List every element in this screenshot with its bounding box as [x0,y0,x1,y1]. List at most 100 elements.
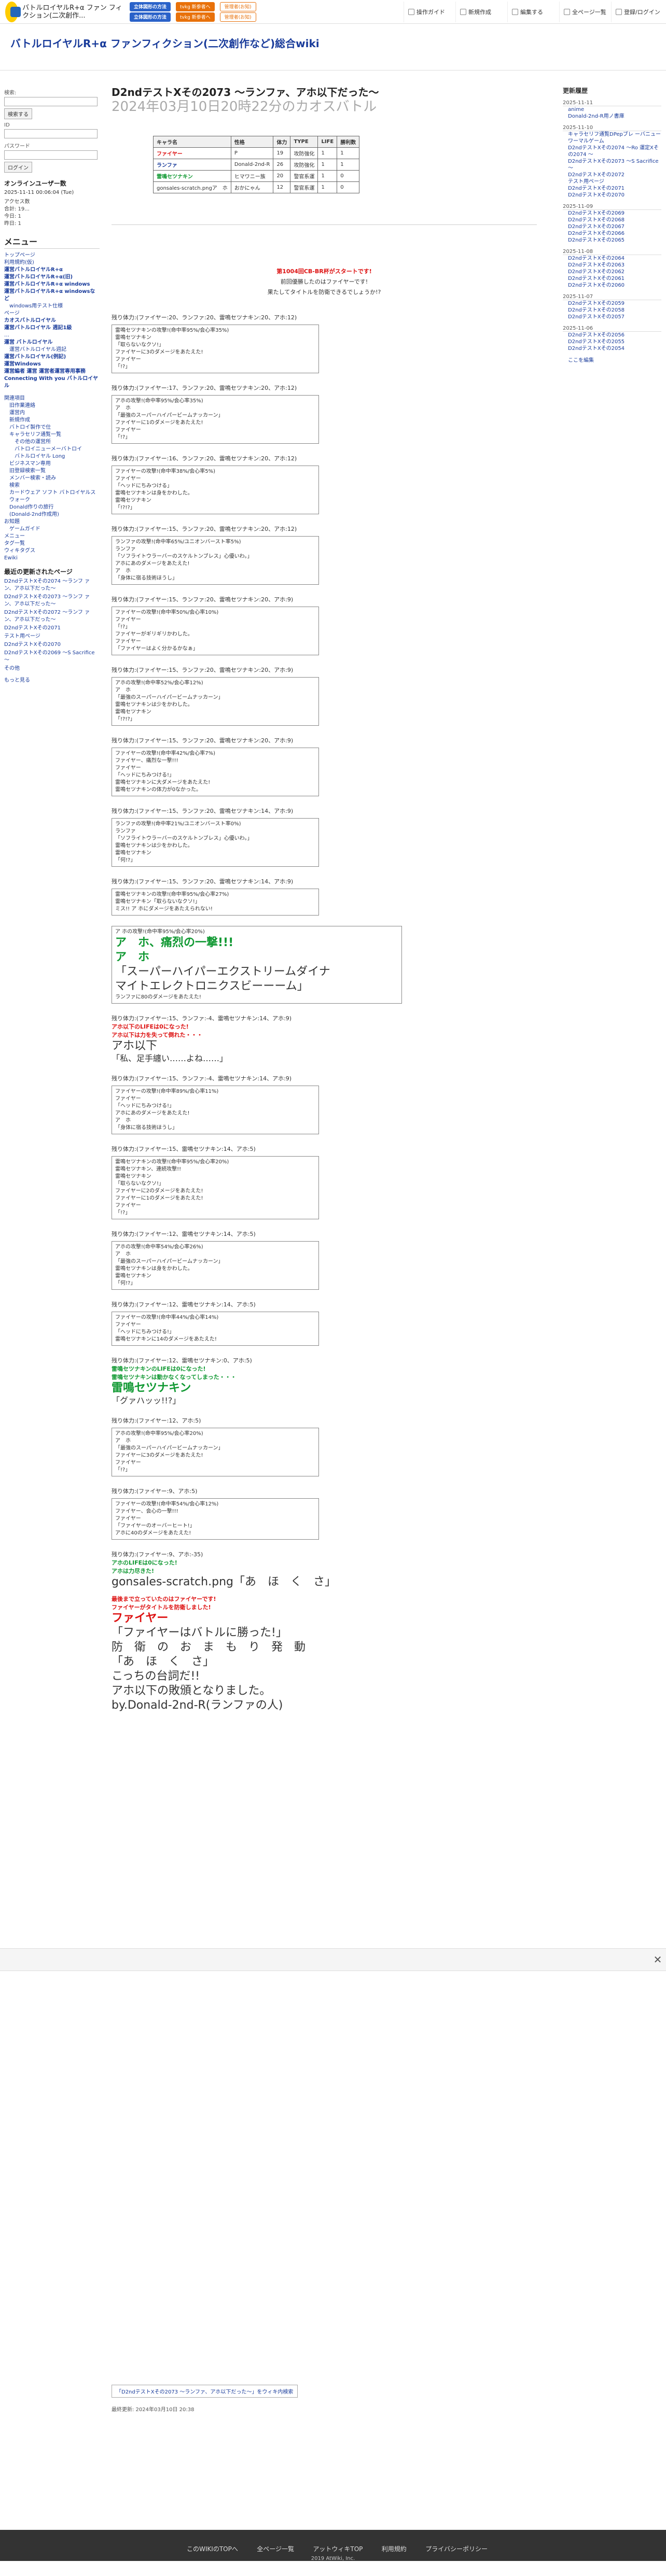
sub-menu-link[interactable]: 関連項目 [4,395,100,402]
recent-link[interactable]: その他 [4,665,100,672]
recent-link[interactable]: D2ndテストXその2073 ～ランフ ァン、アホ以下だった～ [4,594,100,608]
menu-link[interactable]: 利用規約(仮) [4,259,100,266]
footer-link[interactable]: プライバシーポリシー [425,2544,488,2553]
sub-menu-link[interactable]: Ewiki [4,555,100,562]
search-input[interactable] [4,97,98,106]
history-entry[interactable]: D2ndテストXその2065 [568,237,661,244]
sub-menu-link[interactable]: ウィキタグス [4,547,100,555]
sub-menu-link[interactable]: タグ一覧 [4,540,100,547]
login-button[interactable]: 登録/ログイン [611,1,663,22]
edit-button[interactable]: 編集する [507,1,559,22]
close-icon[interactable]: ✕ [651,1953,664,1966]
more-link[interactable]: もっと見る [4,675,100,683]
sub-menu-link[interactable]: 旧作業連絡 [4,402,100,410]
history-entry[interactable]: D2ndテストXその2074 ～Ro 運定Xその2074 ～ [568,145,661,158]
sub-menu-link[interactable]: その他の運営所 [4,439,100,446]
menu-link[interactable]: 運営バトルロイヤルR+α windows [4,281,100,288]
history-entry[interactable]: D2ndテストXその2073 ～S Sacrifice～ [568,158,661,172]
ad-button[interactable]: 管理者(お知) [219,12,256,22]
history-entry[interactable]: D2ndテストXその2056 [568,332,661,339]
sub-menu-link[interactable]: 新規作成 [4,417,100,424]
sub-menu-link[interactable]: Donald作りの旅行 [4,504,100,511]
history-entry[interactable]: D2ndテストXその2067 [568,223,661,230]
menu-link[interactable]: windows用テスト仕様 [4,303,100,310]
history-entry[interactable]: Donald-2nd-R用ノ書庫 [568,113,661,120]
recent-link[interactable]: D2ndテストXその2069 ～S Sacrifice～ [4,650,100,664]
history-entry[interactable]: D2ndテストXその2063 [568,262,661,269]
sub-menu-link[interactable]: ビジネスマン専用 [4,460,100,468]
history-entry[interactable]: D2ndテストXその2054 [568,345,661,352]
new-page-button[interactable]: 新規作成 [455,1,507,22]
footer-link[interactable]: このWIKIのTOPへ [187,2544,238,2553]
id-input[interactable] [4,129,98,138]
history-entry[interactable]: D2ndテストXその2059 [568,300,661,307]
ad-button[interactable]: tvkg 新参者へ [176,2,215,11]
recent-link[interactable]: D2ndテストXその2071 [4,625,100,632]
sub-menu-link[interactable]: 検索 [4,482,100,489]
history-entry[interactable]: D2ndテストXその2072 [568,172,661,178]
ad-button[interactable]: tvkg 新参者へ [176,12,215,22]
footer-link[interactable]: アットウィキTOP [313,2544,363,2553]
history-entry[interactable]: D2ndテストXその2070 [568,192,661,199]
menu-link[interactable]: 運営バトルロイヤル週記 [4,346,100,354]
history-entry[interactable]: D2ndテストXその2066 [568,230,661,237]
menu-link[interactable]: 運営バトルロイヤル(例記) [4,354,100,361]
menu-link[interactable]: 運営バトルロイヤルR+α windowsなど [4,288,100,303]
history-entry[interactable]: キャラセリフ通覧DPepブレ ーバニューワーマルゲーム [568,131,661,145]
guide-button[interactable]: 操作ガイド [404,1,455,22]
menu-link[interactable]: 運営 バトルロイヤル [4,339,100,346]
ad-button[interactable]: 管理者(お知) [219,2,256,11]
edit-link[interactable]: ここを編集 [568,357,661,364]
ad-button[interactable]: 立体図形の方法 [130,12,171,22]
all-pages-button[interactable]: 全ページ一覧 [559,1,611,22]
search-backlink[interactable]: 「D2ndテストXその2073 ～ランファ、アホ以下だった～」をウィキ内検索 [112,2385,298,2398]
menu-link[interactable]: カオスバトルロイヤル [4,317,100,325]
sub-menu-link[interactable]: バトルロイヤル Long [4,453,100,460]
ad-button[interactable]: 立体図形の方法 [130,2,171,11]
menu-link[interactable]: トップページ [4,252,100,259]
menu-link[interactable]: 運営編者 運営 運営者運営専用事務 [4,368,100,375]
history-entry[interactable]: anime [568,106,661,113]
recent-link[interactable]: D2ndテストXその2074 ～ランフ ァン、アホ以下だった～ [4,578,100,593]
menu-link[interactable]: 運営バトルロイヤルR+α [4,266,100,274]
sub-menu-link[interactable]: バトロイ製作で仕 [4,424,100,431]
history-entry[interactable]: D2ndテストXその2060 [568,282,661,289]
sub-menu-link[interactable]: メニュー [4,533,100,540]
footer-link[interactable]: 利用規約 [382,2544,407,2553]
search-button[interactable]: 検索する [4,108,32,119]
history-entry[interactable]: D2ndテストXその2057 [568,314,661,320]
battle-line: 雷鳴セツナキンは身をかわした。 [115,490,193,496]
history-entry[interactable]: D2ndテストXその2069 [568,210,661,217]
history-entry[interactable]: D2ndテストXその2061 [568,275,661,282]
recent-link[interactable]: テスト用ページ [4,633,100,640]
menu-link[interactable]: ページ [4,310,100,317]
menu-link[interactable]: 運営バトルロイヤルR+α(旧) [4,274,100,281]
sub-menu-link[interactable]: バトロイニューメーバトロイ [4,446,100,453]
password-input[interactable] [4,150,98,160]
menu-link[interactable]: … [4,332,100,339]
sub-menu-link[interactable]: ゲームガイド [4,526,100,533]
recent-link[interactable]: D2ndテストXその2072 ～ランフ ァン、アホ以下だった～ [4,609,100,624]
history-entry[interactable]: D2ndテストXその2071 [568,185,661,192]
sub-menu-link[interactable]: 運営内 [4,410,100,417]
sub-menu-link[interactable]: お知題 [4,518,100,526]
sub-menu-link[interactable]: キャラセリフ通覧一覧 [4,431,100,439]
sub-menu-link[interactable]: (Donald-2nd作成用) [4,511,100,518]
recent-link[interactable]: D2ndテストXその2070 [4,641,100,649]
history-entry[interactable]: D2ndテストXその2055 [568,339,661,345]
history-entry[interactable]: D2ndテストXその2068 [568,217,661,223]
history-entry[interactable]: D2ndテストXその2058 [568,307,661,314]
footer-link[interactable]: 全ページ一覧 [257,2544,294,2553]
menu-link[interactable]: Connecting With you バトルロイヤル [4,375,100,390]
site-title[interactable]: バトルロイヤルR+α ファンフィクション(二次創作など)総合wiki [10,35,320,50]
menu-link[interactable]: 運営バトルロイヤル 週記1級 [4,325,100,332]
login-submit-button[interactable]: ログイン [4,162,32,173]
wiki-logo[interactable]: バトルロイヤルR+α ファン フィクション(二次創作... [0,1,124,22]
menu-link[interactable]: 運営Windows [4,361,100,368]
sub-menu-link[interactable]: カードウェア ソフト バトロイヤルス ウォーク [4,489,100,504]
history-entry[interactable]: D2ndテストXその2062 [568,269,661,275]
history-entry[interactable]: テスト用ページ [568,178,661,185]
sub-menu-link[interactable]: メンバー検索・読み [4,475,100,482]
sub-menu-link[interactable]: 旧登録検索一覧 [4,468,100,475]
history-entry[interactable]: D2ndテストXその2064 [568,255,661,262]
